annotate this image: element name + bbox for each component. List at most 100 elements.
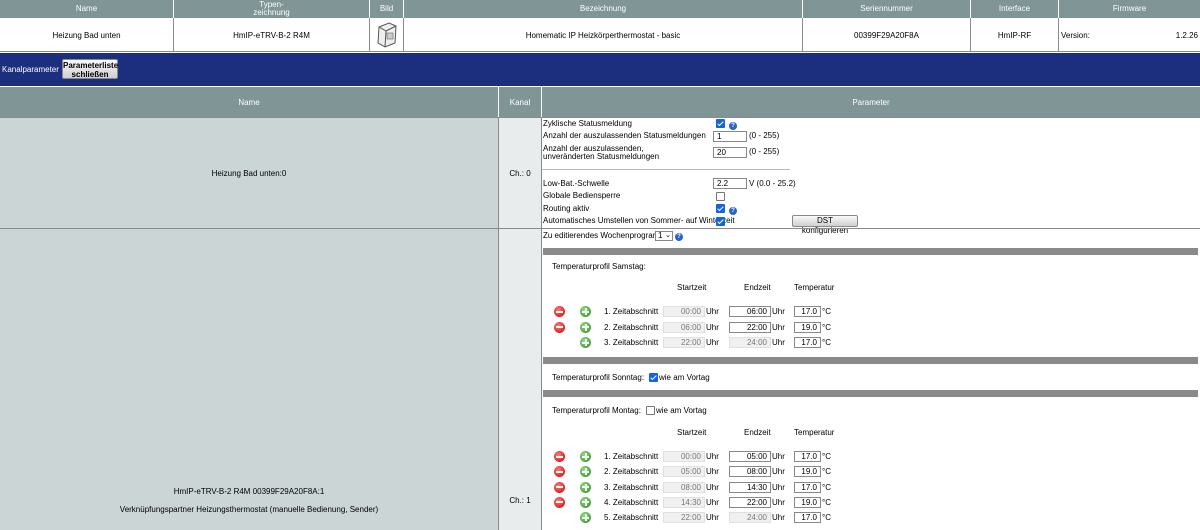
- anzahl-input[interactable]: [713, 131, 747, 142]
- remove-icon[interactable]: [554, 451, 565, 462]
- param-sommer-label: Automatisches Umstellen von Sommer- auf …: [543, 216, 735, 225]
- remove-icon[interactable]: [554, 496, 565, 508]
- remove-icon[interactable]: [554, 321, 565, 333]
- startzeit-input: [663, 481, 705, 493]
- device-name: Heizung Bad unten: [0, 18, 174, 52]
- header-firmware: Firmware: [1112, 4, 1147, 13]
- startzeit-input: [663, 512, 705, 524]
- startzeit-input: [663, 451, 705, 462]
- sonntag-wie-am-vortag-label: wie am Vortag: [659, 373, 710, 382]
- column-name: Name: [0, 87, 499, 117]
- param-anzahl-label: Anzahl der auszulassenden Statusmeldunge…: [543, 131, 706, 140]
- param-sperre-label: Globale Bediensperre: [543, 191, 621, 200]
- add-icon[interactable]: [580, 321, 591, 333]
- uhr-label: Uhr: [706, 513, 719, 523]
- temperatur-input[interactable]: [794, 306, 821, 317]
- routing-checkbox[interactable]: [716, 204, 725, 213]
- separator: [543, 390, 1198, 397]
- celsius-label: °C: [822, 513, 831, 523]
- celsius-label: °C: [822, 307, 831, 316]
- endzeit-input[interactable]: [729, 306, 771, 317]
- add-icon[interactable]: [580, 512, 591, 524]
- param-zyklisch-label: Zyklische Statusmeldung: [543, 119, 632, 128]
- endzeit-input: [729, 512, 771, 524]
- separator: [543, 248, 1198, 255]
- lowbat-input[interactable]: [713, 178, 747, 189]
- zeitabschnitt-row: 1. Zeitabschnitt Uhr Uhr °C: [0, 451, 1200, 463]
- uhr-label: Uhr: [772, 322, 785, 332]
- startzeit-input: [663, 496, 705, 508]
- dst-configure-button[interactable]: DST konfigurieren: [792, 215, 858, 235]
- uhr-label: Uhr: [706, 452, 719, 461]
- toolbar: Kanalparameter Parameterliste schließen: [0, 53, 1200, 86]
- add-icon[interactable]: [580, 481, 591, 493]
- anzahl-unver-range: (0 - 255): [749, 147, 780, 156]
- temperatur-input[interactable]: [794, 337, 821, 348]
- temperatur-input[interactable]: [794, 512, 821, 524]
- uhr-label: Uhr: [772, 497, 785, 507]
- help-icon[interactable]: ?: [675, 233, 683, 241]
- uhr-label: Uhr: [772, 467, 785, 477]
- endzeit-input[interactable]: [729, 466, 771, 478]
- divider: [542, 169, 790, 170]
- endzeit-input[interactable]: [729, 496, 771, 508]
- montag-wie-am-vortag-checkbox[interactable]: [646, 406, 655, 415]
- endzeit-input: [729, 337, 771, 348]
- header-seriennummer: Seriennummer: [803, 0, 971, 18]
- device-seriennummer: 00399F29A20F8A: [803, 18, 971, 52]
- wochenprogramm-label: Zu editierendes Wochenprogramm:: [543, 231, 669, 240]
- add-icon[interactable]: [580, 306, 591, 317]
- header-bild: Bild: [370, 0, 404, 18]
- header-interface: Interface: [971, 0, 1059, 18]
- lowbat-range: V (0.0 - 25.2): [749, 179, 796, 188]
- uhr-label: Uhr: [772, 452, 785, 461]
- zeitabschnitt-row: 3. Zeitabschnitt Uhr Uhr °C: [0, 337, 1200, 349]
- temperatur-input[interactable]: [794, 451, 821, 462]
- channel0-name-text: Heizung Bad unten:0: [211, 168, 287, 178]
- param-lowbat-label: Low-Bat.-Schwelle: [543, 179, 610, 188]
- wochenprogramm-select[interactable]: 1 ⌄: [655, 231, 673, 241]
- remove-icon[interactable]: [554, 466, 565, 478]
- celsius-label: °C: [822, 452, 831, 461]
- endzeit-input[interactable]: [729, 321, 771, 333]
- celsius-label: °C: [822, 497, 831, 507]
- sonntag-wie-am-vortag-checkbox[interactable]: [649, 373, 658, 382]
- add-icon[interactable]: [580, 496, 591, 508]
- help-icon[interactable]: ?: [729, 122, 737, 130]
- add-icon[interactable]: [580, 337, 591, 348]
- device-firmware: Version: 1.2.26: [1059, 18, 1200, 52]
- uhr-label: Uhr: [706, 467, 719, 477]
- endzeit-input[interactable]: [729, 451, 771, 462]
- help-icon[interactable]: ?: [729, 207, 737, 215]
- startzeit-input: [663, 306, 705, 317]
- channel0-params: Zyklische Statusmeldung ? Anzahl der aus…: [542, 117, 1200, 235]
- zeitabschnitt-label: 2. Zeitabschnitt: [604, 322, 659, 332]
- zeitabschnitt-row: 2. Zeitabschnitt Uhr Uhr °C: [0, 321, 1200, 334]
- uhr-label: Uhr: [772, 513, 785, 523]
- sommer-checkbox[interactable]: [716, 217, 725, 226]
- device-typ: HmIP-eTRV-B-2 R4M: [174, 18, 370, 52]
- temperatur-input[interactable]: [794, 496, 821, 508]
- sperre-checkbox[interactable]: [716, 192, 725, 201]
- column-parameter: Parameter: [542, 87, 1200, 117]
- close-parameter-list-button[interactable]: Parameterliste schließen: [62, 59, 118, 79]
- header-name: Name: [0, 0, 174, 18]
- zyklisch-checkbox[interactable]: [716, 119, 725, 128]
- remove-icon[interactable]: [554, 306, 565, 317]
- anzahl-unver-input[interactable]: [713, 147, 747, 158]
- thermostat-icon: [376, 22, 397, 48]
- separator: [543, 357, 1198, 364]
- col-temperatur: Temperatur: [794, 283, 835, 292]
- temperatur-input[interactable]: [794, 321, 821, 333]
- temperatur-input[interactable]: [794, 481, 821, 493]
- add-icon[interactable]: [580, 466, 591, 478]
- temperatur-input[interactable]: [794, 466, 821, 478]
- col-startzeit: Startzeit: [677, 428, 707, 437]
- uhr-label: Uhr: [772, 307, 785, 316]
- endzeit-input[interactable]: [729, 481, 771, 493]
- remove-icon[interactable]: [554, 481, 565, 493]
- add-icon[interactable]: [580, 451, 591, 462]
- param-anzahl-unver-label-2: unveränderten Statusmeldungen: [543, 152, 660, 161]
- celsius-label: °C: [822, 467, 831, 477]
- chevron-down-icon: ⌄: [665, 232, 671, 239]
